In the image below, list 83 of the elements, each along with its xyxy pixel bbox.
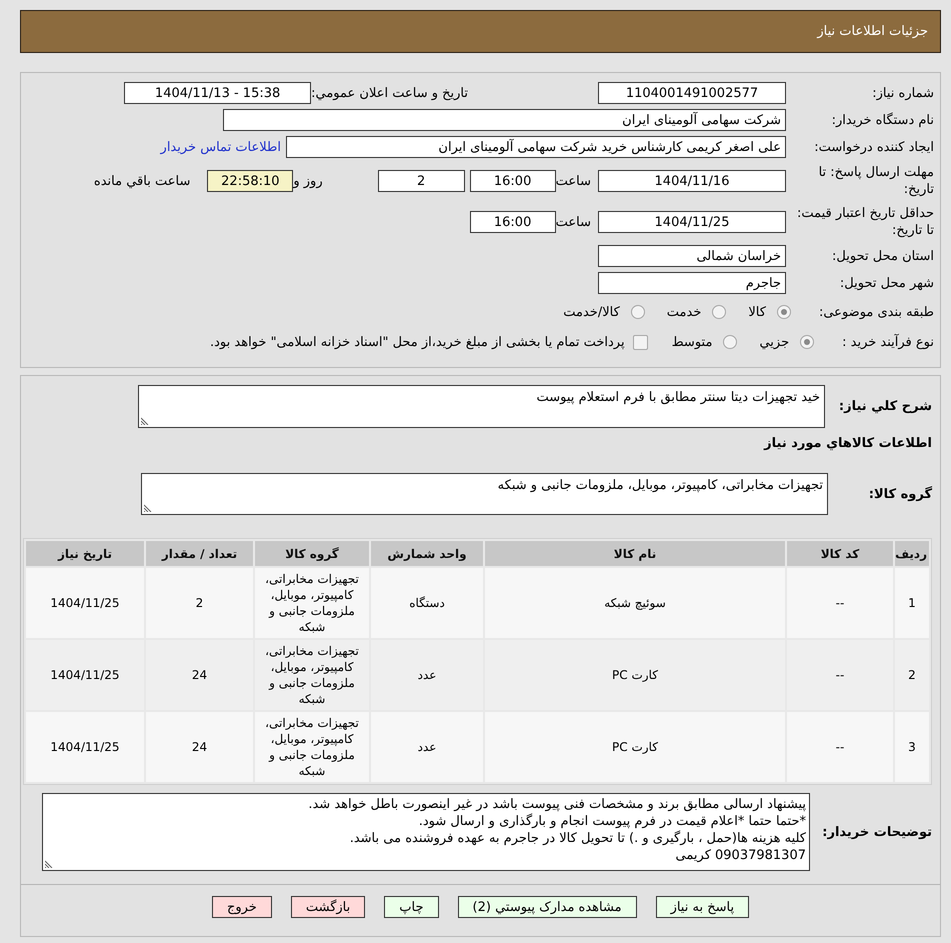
table-cell: عدد (371, 712, 483, 782)
table-cell: 2 (146, 568, 253, 638)
resize-grip-icon[interactable] (141, 417, 149, 425)
notes-label: توضیحات خریدار: (821, 824, 932, 840)
deadline-date-field[interactable]: 1404/11/16 (598, 170, 786, 192)
table-cell: 1404/11/25 (26, 712, 144, 782)
province-label: استان محل تحویل: (831, 248, 934, 264)
exit-button[interactable]: خروج (212, 896, 272, 918)
announcement-label: تاریخ و ساعت اعلان عمومي: (311, 86, 468, 100)
table-cell: -- (787, 568, 893, 638)
radio-button[interactable] (800, 335, 814, 349)
column-header: واحد شمارش (371, 541, 483, 566)
reply-deadline-label: مهلت ارسال پاسخ: تا تاریخ: (818, 164, 934, 198)
items-heading: اطلاعات كالاهاي مورد نياز (764, 435, 932, 453)
radio-button[interactable] (630, 305, 645, 319)
column-header: تاریخ نیاز (26, 541, 144, 566)
remaining-label: ساعت باقي مانده (94, 174, 190, 188)
requester-field[interactable]: علی اصغر کریمی کارشناس خرید شرکت سهامی آلومینای ایران (286, 136, 786, 158)
treasury-payment-note: پرداخت تمام یا بخشی از مبلغ خرید،از محل "اسناد خزانه اسلامی" خواهد بود. (210, 334, 625, 350)
goods-group-field[interactable]: تجهیزات مخابراتی، کامپیوتر، موبایل، ملزومات جانبی و شبکه (141, 473, 828, 515)
need-number-field[interactable]: 1104001491002577 (598, 82, 786, 104)
column-header: نام کالا (485, 541, 785, 566)
purchase-process-label: نوع فرآیند خرید : (842, 334, 934, 350)
time-label: ساعت (556, 174, 591, 188)
description-field[interactable]: خید تجهیزات دیتا سنتر مطابق با فرم استعلام پیوست (138, 385, 825, 428)
days-field[interactable]: 2 (378, 170, 465, 192)
days-label: روز و (293, 174, 323, 188)
announcement-field[interactable]: 1404/11/13 - 15:38 (124, 82, 312, 104)
table-cell: 1 (895, 568, 929, 638)
table-cell: -- (787, 640, 893, 710)
table-cell: کارت PC (485, 640, 785, 710)
notes-field[interactable]: پیشنهاد ارسالی مطابق برند و مشخصات فنی پیوست باشد در غیر اینصورت باطل خواهد شد. *حتما حتما *اعلام قیمت در فرم پیوست انجام و بارگذاری و ارسال شود. کلیه هزینه ها(حمل ، بارگیری و .) تا تحویل کالا در جاجرم به عهده فروشنده می باشد. 09037981307 کریمی (42, 793, 810, 871)
table-cell: دستگاه (371, 568, 483, 638)
remaining-time-field[interactable]: 22:58:10 (207, 170, 294, 192)
goods-group-label: گروه کالا: (868, 486, 932, 502)
option-label: جزيي (759, 334, 790, 350)
table-cell: سوئیچ شبکه (485, 568, 785, 638)
buyer-organization-label: نام دستگاه خریدار: (830, 112, 934, 128)
table-cell: 1404/11/25 (26, 568, 144, 638)
table-cell: عدد (371, 640, 483, 710)
buyer-organization-field[interactable]: شرکت سهامی آلومینای ایران (223, 109, 786, 131)
category-label: طبقه بندی موضوعی: (818, 304, 934, 320)
table-cell: کارت PC (485, 712, 785, 782)
option-label: متوسط (672, 334, 712, 350)
table-cell: تجهیزات مخابراتی، کامپیوتر، موبایل، ملزومات جانبی و شبکه (255, 640, 369, 710)
column-header: گروه کالا (255, 541, 369, 566)
time-label: ساعت (556, 214, 591, 230)
province-field[interactable]: خراسان شمالی (598, 245, 786, 267)
validity-date-field[interactable]: 1404/11/25 (598, 211, 786, 233)
validity-time-field[interactable]: 16:00 (470, 211, 556, 233)
radio-button[interactable] (723, 335, 738, 349)
need-number-label: شماره نیاز: (871, 86, 934, 100)
column-header: کد کالا (787, 541, 893, 566)
reply-button[interactable]: پاسخ به نیاز (656, 896, 750, 918)
table-cell: 1404/11/25 (26, 640, 144, 710)
deadline-time-field[interactable]: 16:00 (470, 170, 556, 192)
checkbox[interactable] (632, 334, 648, 350)
requester-label: ایجاد کننده درخواست: (813, 140, 934, 154)
table-cell: -- (787, 712, 893, 782)
attachments-button[interactable]: مشاهده مدارک پیوستي (2) (458, 896, 637, 918)
radio-button[interactable] (776, 305, 791, 319)
resize-grip-icon[interactable] (144, 504, 152, 512)
table-cell: 24 (146, 640, 253, 710)
table-cell: تجهیزات مخابراتی، کامپیوتر، موبایل، ملزومات جانبی و شبکه (255, 568, 369, 638)
radio-button[interactable] (712, 305, 726, 319)
price-validity-label: حداقل تاریخ اعتبار قیمت: تا تاریخ: (796, 205, 934, 239)
table-cell: تجهیزات مخابراتی، کامپیوتر، موبایل، ملزومات جانبی و شبکه (255, 712, 369, 782)
page-title: جزئیات اطلاعات نیاز (817, 24, 928, 39)
back-button[interactable]: بازگشت (290, 896, 366, 918)
option-label: کالا/خدمت (563, 304, 620, 320)
description-label: شرح كلي نياز: (838, 399, 932, 414)
table-cell: 24 (146, 712, 253, 782)
city-label: شهر محل تحویل: (838, 276, 934, 290)
table-cell: 2 (895, 640, 929, 710)
print-button[interactable]: چاپ (384, 896, 438, 918)
city-field[interactable]: جاجرم (598, 272, 786, 294)
option-label: کالا (748, 304, 766, 320)
column-header: تعداد / مقدار (146, 541, 253, 566)
buyer-contact-link[interactable]: اطلاعات تماس خریدار (160, 140, 281, 154)
table-cell: 3 (895, 712, 929, 782)
column-header: ردیف (895, 541, 929, 566)
option-label: خدمت (666, 304, 702, 320)
resize-grip-icon[interactable] (45, 860, 53, 868)
